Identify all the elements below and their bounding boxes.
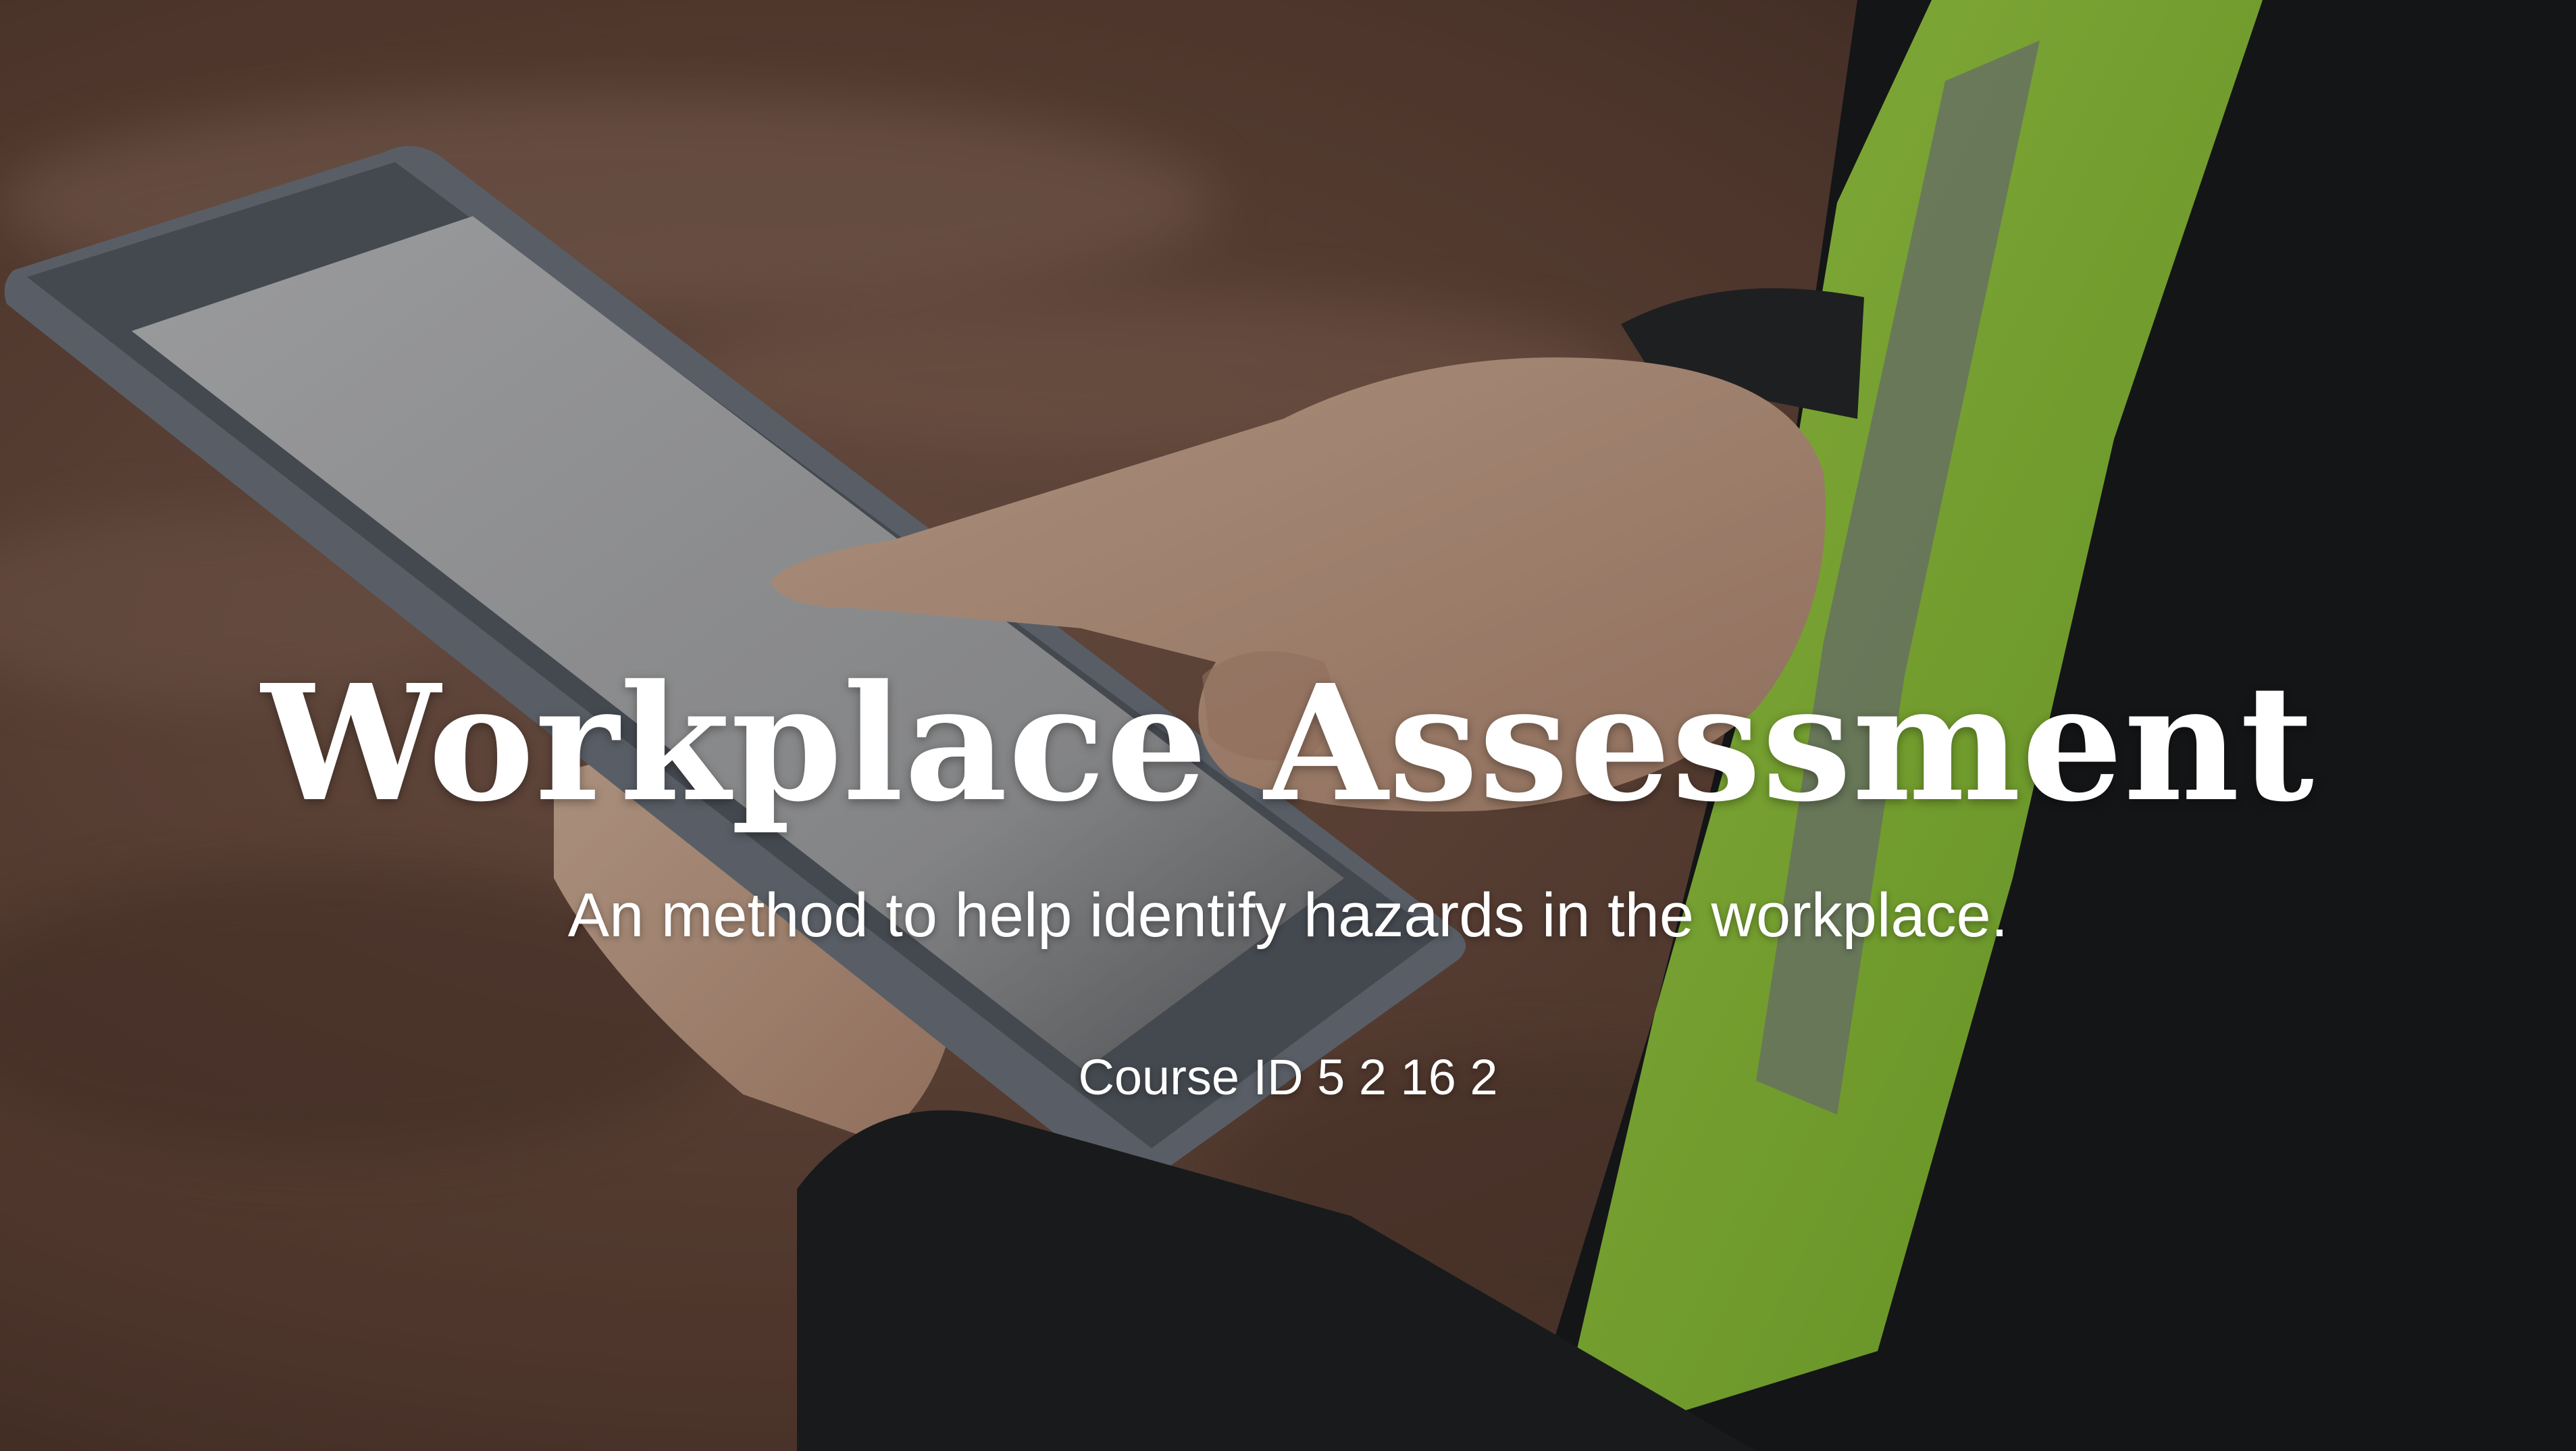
course-id-label: Course ID 5 2 16 2	[1078, 1049, 1498, 1105]
slide-subtitle: An method to help identify hazards in th…	[567, 881, 2009, 950]
title-slide: Workplace Assessment An method to help i…	[0, 0, 2576, 1451]
slide-title: Workplace Assessment	[261, 649, 2315, 837]
title-content: Workplace Assessment An method to help i…	[0, 0, 2576, 1451]
